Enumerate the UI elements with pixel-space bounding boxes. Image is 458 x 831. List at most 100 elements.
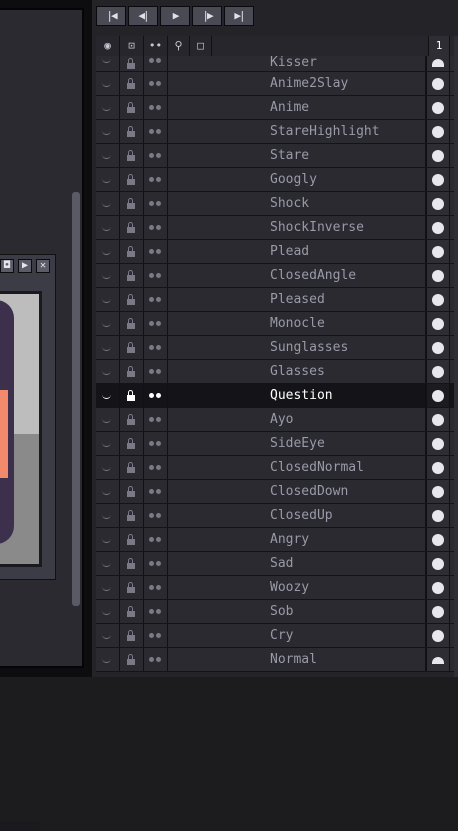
layer-name[interactable]: Plead	[168, 240, 426, 263]
preview-close-button[interactable]: ✕	[36, 259, 50, 273]
layer-row[interactable]: Sad	[96, 552, 458, 576]
layer-visibility-toggle[interactable]	[96, 504, 120, 527]
first-frame-button[interactable]: |◀	[96, 6, 126, 26]
layer-lock-toggle[interactable]	[120, 600, 144, 623]
next-frame-button[interactable]: |▶	[192, 6, 222, 26]
layer-visibility-toggle[interactable]	[96, 336, 120, 359]
layer-lock-toggle[interactable]	[120, 408, 144, 431]
layer-row[interactable]: ClosedAngle	[96, 264, 458, 288]
layer-continuous-toggle[interactable]	[144, 240, 168, 263]
layer-name[interactable]: Pleased	[168, 288, 426, 311]
cel[interactable]	[426, 56, 450, 71]
layer-lock-toggle[interactable]	[120, 240, 144, 263]
canvas-vertical-scrollbar[interactable]	[70, 14, 82, 662]
layer-visibility-toggle[interactable]	[96, 144, 120, 167]
layer-visibility-toggle[interactable]	[96, 120, 120, 143]
layer-name[interactable]: Kisser	[168, 56, 426, 71]
layer-visibility-toggle[interactable]	[96, 216, 120, 239]
layer-visibility-toggle[interactable]	[96, 576, 120, 599]
layer-name[interactable]: Woozy	[168, 576, 426, 599]
layer-continuous-toggle[interactable]	[144, 72, 168, 95]
cel[interactable]	[426, 456, 450, 479]
layer-lock-toggle[interactable]	[120, 56, 144, 71]
layer-lock-toggle[interactable]	[120, 504, 144, 527]
layer-lock-toggle[interactable]	[120, 336, 144, 359]
layer-name[interactable]: Sad	[168, 552, 426, 575]
cel[interactable]	[426, 240, 450, 263]
layer-lock-toggle[interactable]	[120, 96, 144, 119]
cel[interactable]	[426, 528, 450, 551]
preview-play-button[interactable]: ▶	[18, 259, 32, 273]
layer-continuous-toggle[interactable]	[144, 56, 168, 71]
layer-lock-toggle[interactable]	[120, 72, 144, 95]
layer-row[interactable]: Monocle	[96, 312, 458, 336]
layer-row[interactable]: Plead	[96, 240, 458, 264]
layer-name[interactable]: Anime	[168, 96, 426, 119]
timeline-vertical-scrollbar[interactable]	[454, 36, 458, 677]
layer-row[interactable]: Normal	[96, 648, 458, 672]
layer-continuous-toggle[interactable]	[144, 600, 168, 623]
cel[interactable]	[426, 504, 450, 527]
lock-icon[interactable]: ⊡	[120, 36, 144, 56]
layer-row[interactable]: Pleased	[96, 288, 458, 312]
layer-continuous-toggle[interactable]	[144, 168, 168, 191]
layer-row[interactable]: Shock	[96, 192, 458, 216]
layer-name[interactable]: ClosedAngle	[168, 264, 426, 287]
layer-lock-toggle[interactable]	[120, 144, 144, 167]
last-frame-button[interactable]: ▶|	[224, 6, 254, 26]
layer-row[interactable]: ShockInverse	[96, 216, 458, 240]
cel[interactable]	[426, 384, 450, 407]
cel[interactable]	[426, 360, 450, 383]
layer-visibility-toggle[interactable]	[96, 384, 120, 407]
layer-name[interactable]: Question	[168, 384, 426, 407]
layer-name[interactable]: Sunglasses	[168, 336, 426, 359]
layer-visibility-toggle[interactable]	[96, 264, 120, 287]
layer-visibility-toggle[interactable]	[96, 552, 120, 575]
cel[interactable]	[426, 552, 450, 575]
layer-lock-toggle[interactable]	[120, 456, 144, 479]
layer-visibility-toggle[interactable]	[96, 192, 120, 215]
preview-canvas[interactable]	[0, 291, 42, 567]
layer-name[interactable]: Sob	[168, 600, 426, 623]
layer-continuous-toggle[interactable]	[144, 120, 168, 143]
cel[interactable]	[426, 432, 450, 455]
layer-visibility-toggle[interactable]	[96, 360, 120, 383]
layer-name[interactable]: Glasses	[168, 360, 426, 383]
layer-continuous-toggle[interactable]	[144, 384, 168, 407]
layer-visibility-toggle[interactable]	[96, 432, 120, 455]
cel[interactable]	[426, 192, 450, 215]
new-layer-icon[interactable]: □	[190, 36, 212, 56]
layer-continuous-toggle[interactable]	[144, 456, 168, 479]
layer-lock-toggle[interactable]	[120, 480, 144, 503]
layer-row[interactable]: ClosedNormal	[96, 456, 458, 480]
layer-name[interactable]: Normal	[168, 648, 426, 671]
layer-name[interactable]: Stare	[168, 144, 426, 167]
layer-row[interactable]: Angry	[96, 528, 458, 552]
layer-row[interactable]: Question	[96, 384, 458, 408]
layer-name[interactable]: Angry	[168, 528, 426, 551]
layer-lock-toggle[interactable]	[120, 312, 144, 335]
layer-name[interactable]: SideEye	[168, 432, 426, 455]
cel[interactable]	[426, 72, 450, 95]
previous-frame-button[interactable]: ◀|	[128, 6, 158, 26]
layer-row[interactable]: Woozy	[96, 576, 458, 600]
layer-lock-toggle[interactable]	[120, 168, 144, 191]
cel[interactable]	[426, 144, 450, 167]
layer-name[interactable]: Anime2Slay	[168, 72, 426, 95]
layer-name[interactable]: ClosedNormal	[168, 456, 426, 479]
layer-row[interactable]: ClosedUp	[96, 504, 458, 528]
cel[interactable]	[426, 312, 450, 335]
cel[interactable]	[426, 264, 450, 287]
layer-continuous-toggle[interactable]	[144, 336, 168, 359]
cel[interactable]	[426, 624, 450, 647]
layer-continuous-toggle[interactable]	[144, 624, 168, 647]
layer-name[interactable]: ShockInverse	[168, 216, 426, 239]
layer-lock-toggle[interactable]	[120, 264, 144, 287]
layer-lock-toggle[interactable]	[120, 624, 144, 647]
layer-visibility-toggle[interactable]	[96, 528, 120, 551]
layer-visibility-toggle[interactable]	[96, 168, 120, 191]
cel[interactable]	[426, 576, 450, 599]
preview-mode-button[interactable]: ◘	[0, 259, 14, 273]
layer-row[interactable]: Googly	[96, 168, 458, 192]
layer-continuous-toggle[interactable]	[144, 312, 168, 335]
